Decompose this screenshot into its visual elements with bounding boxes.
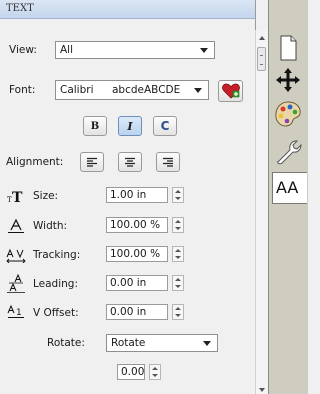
scroll-thumb[interactable] xyxy=(257,47,266,71)
rotate-mode-dropdown[interactable]: Rotate xyxy=(106,334,218,352)
tracking-value: 100.00 % xyxy=(110,248,161,260)
tracking-label: Tracking: xyxy=(33,249,81,261)
chevron-down-icon xyxy=(194,88,202,93)
rotate-angle-input[interactable]: 0.00 xyxy=(117,364,145,380)
view-dropdown[interactable]: All xyxy=(55,41,215,59)
font-label: Font: xyxy=(9,84,36,96)
chevron-up-icon xyxy=(175,249,181,252)
width-stepper[interactable] xyxy=(172,217,184,233)
move-tool-button[interactable] xyxy=(272,64,304,96)
tracking-input[interactable]: 100.00 % xyxy=(106,246,168,262)
align-left-icon xyxy=(87,157,97,167)
chevron-down-icon xyxy=(175,285,181,288)
font-preview: abcdeABCDE xyxy=(112,84,181,96)
italic-button[interactable]: I xyxy=(118,116,142,136)
svg-text:T: T xyxy=(7,196,12,204)
chevron-up-icon xyxy=(175,307,181,310)
align-center-button[interactable] xyxy=(118,152,142,172)
bold-button[interactable]: B xyxy=(83,116,107,136)
leading-input[interactable]: 0.00 in xyxy=(106,275,168,291)
svg-text:1: 1 xyxy=(16,308,22,318)
v-offset-value: 0.00 in xyxy=(110,306,147,318)
leading-value: 0.00 in xyxy=(110,277,147,289)
wrench-icon xyxy=(277,140,302,165)
panel-header: TEXT xyxy=(0,0,255,19)
leading-icon xyxy=(7,274,25,293)
text-aa-icon: AA xyxy=(276,178,299,197)
align-left-button[interactable] xyxy=(80,152,104,172)
chevron-up-icon xyxy=(175,278,181,281)
text-width-icon xyxy=(8,218,24,233)
panel-title: TEXT xyxy=(6,3,34,14)
panel-scrollbar[interactable] xyxy=(255,30,268,394)
color-tool-button[interactable] xyxy=(272,98,304,130)
tool-dock: AA xyxy=(268,0,308,394)
reset-label: C xyxy=(160,119,170,133)
settings-tool-button[interactable] xyxy=(272,135,304,167)
tracking-icon xyxy=(6,248,26,263)
svg-text:T: T xyxy=(12,190,23,204)
text-tool-button[interactable]: AA xyxy=(272,172,307,204)
heart-plus-icon xyxy=(221,83,240,99)
rotate-angle-value: 0.00 xyxy=(121,366,145,378)
chevron-down-icon xyxy=(175,227,181,230)
page-tool-button[interactable] xyxy=(272,32,304,64)
rotate-mode-value: Rotate xyxy=(111,337,146,349)
chevron-down-icon xyxy=(175,314,181,317)
scroll-down-icon[interactable] xyxy=(259,388,265,392)
size-stepper[interactable] xyxy=(172,187,184,203)
width-label: Width: xyxy=(33,220,68,232)
palette-icon xyxy=(275,101,301,127)
rotate-angle-stepper[interactable] xyxy=(149,364,161,380)
alignment-label: Alignment: xyxy=(6,156,64,168)
reset-style-button[interactable]: C xyxy=(153,116,177,136)
view-value: All xyxy=(60,44,74,56)
chevron-down-icon xyxy=(203,341,211,346)
chevron-down-icon xyxy=(152,374,158,377)
v-offset-stepper[interactable] xyxy=(172,304,184,320)
leading-label: Leading: xyxy=(33,278,78,290)
v-offset-input[interactable]: 0.00 in xyxy=(106,304,168,320)
chevron-up-icon xyxy=(175,220,181,223)
align-right-button[interactable] xyxy=(156,152,180,172)
vertical-offset-icon: 1 xyxy=(7,304,24,318)
leading-stepper[interactable] xyxy=(172,275,184,291)
chevron-up-icon xyxy=(175,190,181,193)
italic-label: I xyxy=(127,119,133,133)
tracking-stepper[interactable] xyxy=(172,246,184,262)
chevron-down-icon xyxy=(175,197,181,200)
scroll-up-icon[interactable] xyxy=(259,36,265,40)
align-right-icon xyxy=(163,157,173,167)
move-icon xyxy=(276,68,300,92)
size-value: 1.00 in xyxy=(110,189,147,201)
width-input[interactable]: 100.00 % xyxy=(106,217,168,233)
font-size-icon: T T xyxy=(7,190,23,204)
view-label: View: xyxy=(9,44,37,56)
favorite-font-button[interactable] xyxy=(218,80,243,102)
size-label: Size: xyxy=(33,190,59,202)
font-name: Calibri xyxy=(60,84,94,96)
v-offset-label: V Offset: xyxy=(33,307,79,319)
text-panel: TEXT View: All Font: Calibri abcdeABCDE … xyxy=(0,0,256,394)
page-icon xyxy=(280,35,297,61)
align-center-icon xyxy=(125,157,135,167)
bold-label: B xyxy=(90,120,100,132)
chevron-down-icon xyxy=(200,48,208,53)
width-value: 100.00 % xyxy=(110,219,161,231)
font-dropdown[interactable]: Calibri abcdeABCDE xyxy=(55,80,209,100)
chevron-down-icon xyxy=(175,256,181,259)
rotate-label: Rotate: xyxy=(47,337,85,349)
size-input[interactable]: 1.00 in xyxy=(106,187,168,203)
chevron-up-icon xyxy=(152,367,158,370)
